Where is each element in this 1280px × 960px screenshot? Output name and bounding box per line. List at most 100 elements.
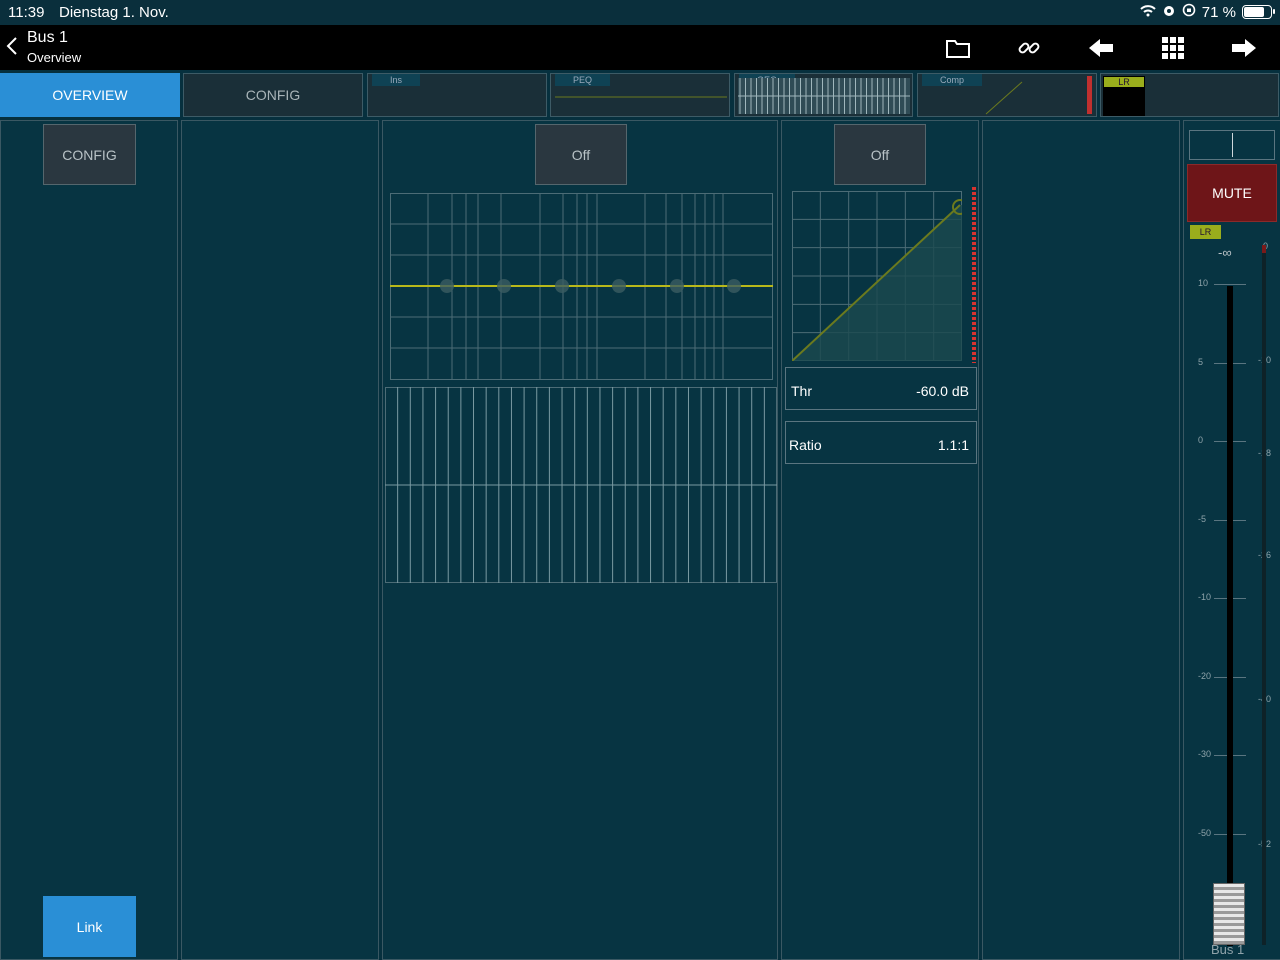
lr-assign-badge[interactable]: LR — [1190, 225, 1221, 239]
comp-thumbnail — [985, 81, 1023, 115]
comp-meter-segment — [972, 312, 976, 315]
fader-scale-label: -50 — [1198, 828, 1212, 838]
comp-meter-segment — [972, 352, 976, 355]
fader-knob[interactable] — [1213, 883, 1245, 945]
comp-meter-segment — [972, 237, 976, 240]
config-button-label: CONFIG — [62, 146, 117, 163]
tab-lr-label: LR — [1104, 77, 1144, 87]
peq-graph[interactable] — [390, 193, 773, 380]
comp-meter — [1087, 76, 1092, 114]
comp-toggle-label: Off — [870, 146, 890, 163]
comp-meter-segment — [972, 357, 976, 360]
comp-meter-segment — [972, 267, 976, 270]
comp-meter-segment — [972, 252, 976, 255]
tab-peq[interactable]: PEQ — [550, 73, 730, 117]
comp-meter-segment — [972, 247, 976, 250]
link-button-label: Link — [76, 918, 103, 935]
back-chevron-icon[interactable] — [5, 35, 19, 64]
battery-icon — [1242, 5, 1275, 19]
fader-scale-tick — [1214, 284, 1246, 285]
tab-overview[interactable]: OVERVIEW — [0, 73, 180, 117]
insert-panel — [181, 120, 379, 960]
link-icon[interactable] — [1014, 33, 1044, 63]
ratio-field[interactable]: Ratio 1.1:1 — [785, 421, 977, 464]
comp-gain-meter — [972, 187, 976, 363]
tab-geq[interactable]: GEQ — [734, 73, 913, 117]
peq-band-handle — [555, 279, 569, 293]
geq-graph[interactable] — [385, 387, 777, 583]
top-bar: Bus 1 Overview — [0, 25, 1280, 70]
level-meter — [1262, 245, 1266, 945]
eq-toggle-label: Off — [571, 146, 591, 163]
threshold-label: Thr — [791, 383, 812, 399]
fader-scale-label: -10 — [1198, 592, 1212, 602]
peq-band-handle — [727, 279, 741, 293]
comp-meter-segment — [972, 332, 976, 335]
comp-meter-segment — [972, 362, 976, 363]
peq-band-handle — [670, 279, 684, 293]
fader-scale-label: 0 — [1198, 435, 1204, 445]
threshold-value: -60.0 dB — [916, 383, 969, 399]
comp-meter-segment — [972, 207, 976, 210]
fader-scale-label: 10 — [1198, 278, 1209, 288]
comp-meter-segment — [972, 327, 976, 330]
status-bar: 11:39 Dienstag 1. Nov. 71 % — [0, 0, 1280, 25]
page-subtitle: Overview — [27, 50, 82, 65]
tab-lr[interactable]: LR — [1100, 73, 1279, 117]
ratio-label: Ratio — [789, 437, 822, 453]
tab-config-label: CONFIG — [245, 87, 301, 103]
alarm-icon — [1162, 3, 1176, 21]
comp-meter-segment — [972, 227, 976, 230]
fader-scale-label: -20 — [1198, 671, 1212, 681]
fader-strip: MUTE LR -∞ 1050-5-10-20-30-50 0-10-18-26… — [1183, 120, 1280, 960]
tab-comp[interactable]: Comp — [917, 73, 1097, 117]
status-date: Dienstag 1. Nov. — [59, 4, 169, 21]
pan-indicator — [1232, 133, 1233, 157]
arrow-left-icon[interactable] — [1086, 33, 1116, 63]
comp-meter-segment — [972, 212, 976, 215]
threshold-field[interactable]: Thr -60.0 dB — [785, 367, 977, 410]
comp-meter-segment — [972, 337, 976, 340]
peq-band-handle — [497, 279, 511, 293]
fader-level: -∞ — [1218, 245, 1232, 260]
peq-thumbnail — [555, 96, 727, 98]
grid-icon[interactable] — [1158, 33, 1188, 63]
fader-scale-label: -30 — [1198, 749, 1212, 759]
comp-meter-segment — [972, 317, 976, 320]
eq-toggle-button[interactable]: Off — [535, 124, 627, 185]
pan-control[interactable] — [1189, 130, 1275, 160]
status-time: 11:39 — [8, 4, 45, 21]
comp-meter-segment — [972, 342, 976, 345]
peq-band-handle — [612, 279, 626, 293]
peq-band-handle — [440, 279, 454, 293]
comp-meter-segment — [972, 277, 976, 280]
ratio-value: 1.1:1 — [937, 437, 969, 453]
wifi-icon — [1140, 4, 1156, 21]
arrow-right-icon[interactable] — [1229, 33, 1259, 63]
tab-config[interactable]: CONFIG — [183, 73, 363, 117]
tab-bar: OVERVIEW CONFIG Ins PEQ GEQ Comp LR — [0, 70, 1280, 118]
comp-curve-graph[interactable] — [792, 191, 962, 361]
config-panel: CONFIG Link — [0, 120, 178, 960]
comp-meter-segment — [972, 347, 976, 350]
rotation-lock-icon — [1182, 3, 1196, 21]
config-button[interactable]: CONFIG — [43, 124, 136, 185]
comp-meter-segment — [972, 292, 976, 295]
comp-toggle-button[interactable]: Off — [834, 124, 926, 185]
tab-ins-label: Ins — [372, 74, 421, 86]
comp-meter-segment — [972, 222, 976, 225]
comp-meter-segment — [972, 192, 976, 195]
link-button[interactable]: Link — [43, 896, 136, 957]
comp-meter-segment — [972, 197, 976, 200]
comp-meter-segment — [972, 257, 976, 260]
mute-button[interactable]: MUTE — [1187, 164, 1277, 222]
comp-meter-segment — [972, 282, 976, 285]
comp-meter-segment — [972, 302, 976, 305]
tab-ins[interactable]: Ins — [367, 73, 547, 117]
comp-meter-segment — [972, 242, 976, 245]
comp-meter-segment — [972, 272, 976, 275]
comp-panel: Off Thr -60.0 dB Ratio 1.1:1 — [781, 120, 979, 960]
folder-icon[interactable] — [943, 33, 973, 63]
comp-meter-segment — [972, 232, 976, 235]
tab-overview-label: OVERVIEW — [52, 87, 128, 103]
